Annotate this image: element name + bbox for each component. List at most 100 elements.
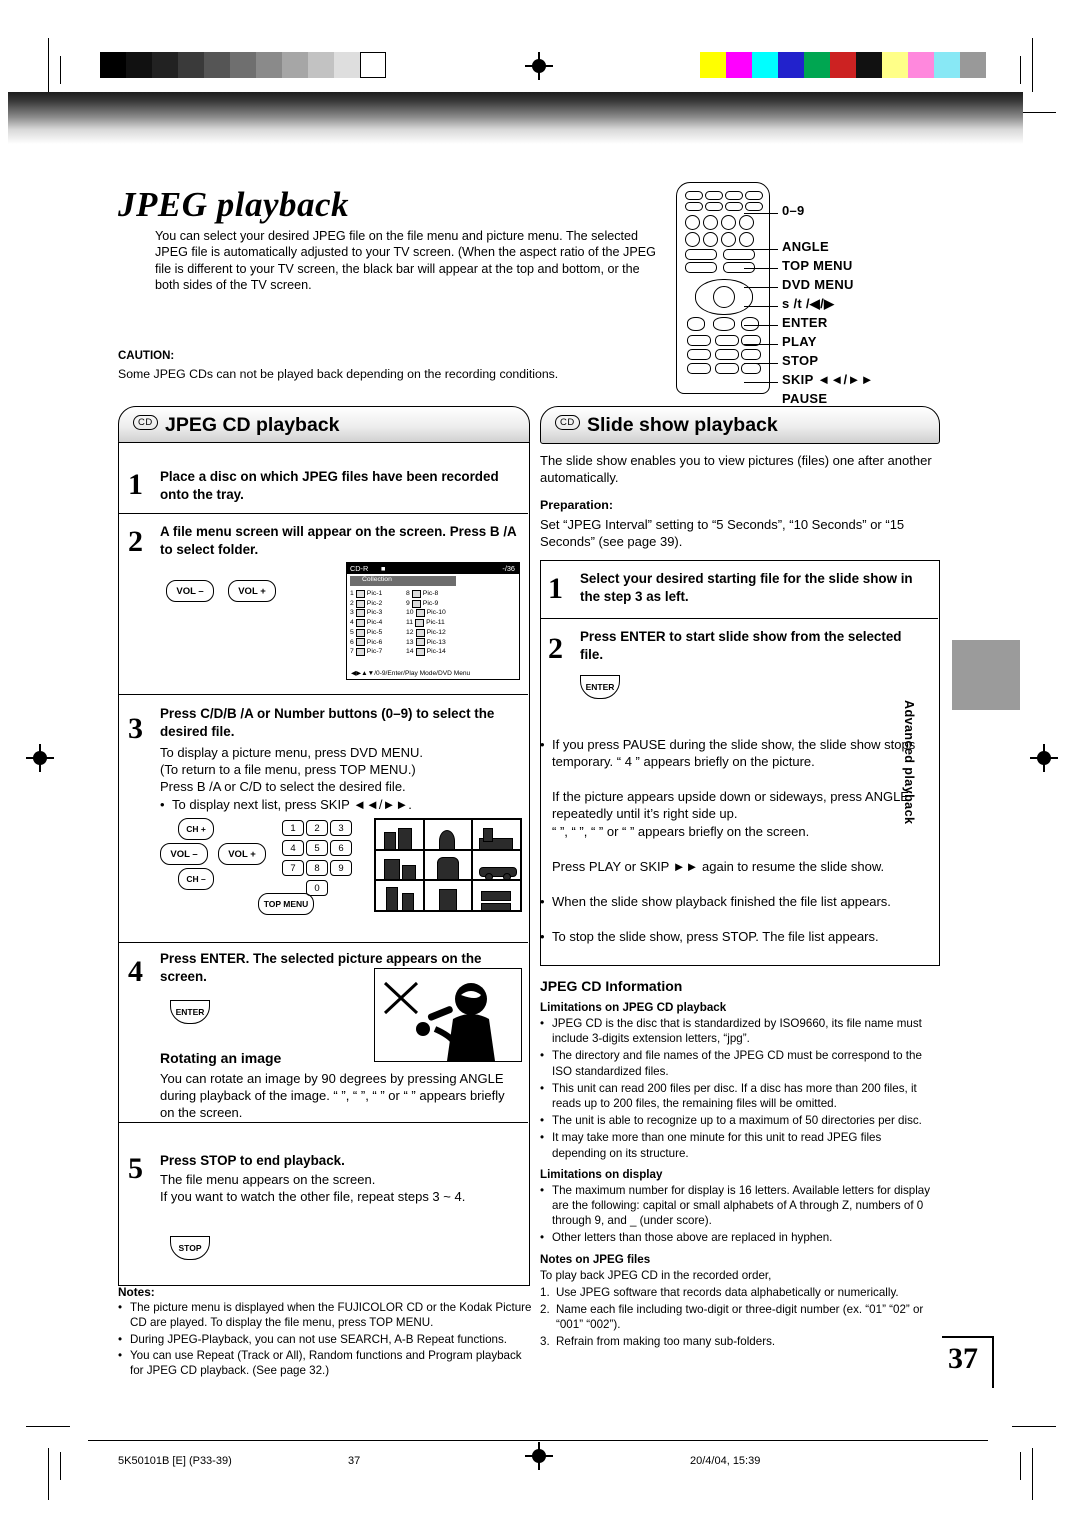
file-name: Pic-7: [366, 648, 383, 656]
thumbnail-cell[interactable]: [423, 849, 473, 881]
numpad-key-8[interactable]: 8: [306, 860, 328, 876]
step-3-line-2: (To return to a file menu, press TOP MEN…: [160, 762, 416, 777]
numpad-key-2[interactable]: 2: [306, 820, 328, 836]
file-icon: [411, 589, 421, 598]
file-index: 13: [406, 638, 414, 646]
leader-line: [744, 344, 778, 345]
vol-plus-button[interactable]: VOL +: [228, 580, 276, 602]
thumbnail-cell[interactable]: [472, 819, 521, 850]
ch-up-button[interactable]: CH +: [178, 818, 214, 840]
numbered-item: 1. Use JPEG software that records data al…: [540, 1285, 938, 1300]
remote-label-top-menu: TOP MENU: [782, 258, 853, 273]
footer-divider: [88, 1440, 988, 1441]
leader-line: [744, 249, 778, 250]
top-menu-button[interactable]: TOP MENU: [258, 893, 314, 915]
notes-block: Notes: The picture menu is displayed whe…: [118, 1285, 538, 1379]
file-icon: [415, 618, 425, 627]
thumbnail-cell[interactable]: [472, 849, 521, 881]
numpad-key-5[interactable]: 5: [306, 840, 328, 856]
vol-plus-button-2[interactable]: VOL +: [218, 843, 266, 865]
crop-mark-tr-v: [1032, 38, 1033, 92]
singer-illustration: [375, 969, 521, 1061]
numpad-key-3[interactable]: 3: [330, 820, 352, 836]
item-text: Name each file including two-digit or th…: [556, 1303, 924, 1332]
thumbnail-cell[interactable]: [375, 880, 424, 911]
file-name: Pic-3: [366, 609, 383, 617]
step-1-number: 1: [128, 468, 143, 501]
leader-line: [744, 287, 778, 288]
color-swatches: [700, 52, 986, 78]
thumbnail-cell[interactable]: [375, 819, 424, 850]
page-number: 37: [948, 1342, 978, 1375]
folder-row[interactable]: Collection: [350, 576, 456, 586]
file-index: 4: [350, 619, 354, 627]
info-item: JPEG CD is the disc that is standardized…: [540, 1016, 938, 1046]
preparation-text: Set “JPEG Interval” setting to “5 Second…: [540, 517, 905, 550]
file-name: Pic-2: [366, 599, 383, 607]
file-index: 12: [406, 628, 414, 636]
item-number: 1.: [540, 1285, 550, 1299]
screen-footer-hint: ◀▶▲▼/0-9/Enter/Play Mode/DVD Menu: [351, 670, 471, 677]
ch-down-button[interactable]: CH –: [178, 868, 214, 890]
thumbnail-cell[interactable]: [375, 849, 424, 881]
vol-minus-button[interactable]: VOL –: [166, 580, 214, 602]
numpad-key-1[interactable]: 1: [282, 820, 304, 836]
right-bullet-pause: If you press PAUSE during the slide show…: [540, 736, 938, 770]
right-rotate-line-2: “ ”, “ ”, “ ” or “ ” appears briefly on …: [552, 824, 810, 839]
limitations-playback-title: Limitations on JPEG CD playback: [540, 1001, 727, 1014]
preparation-label: Preparation:: [540, 498, 613, 512]
crop-mark-tr-corner: [1020, 56, 1021, 84]
file-list[interactable]: 1 Pic-1 8 Pic-8 2 Pic-2 9 Pic-9 3 Pic-3 10 Pic-10…: [350, 589, 516, 657]
thumbnail-cell[interactable]: [472, 880, 521, 911]
file-icon: [415, 638, 425, 647]
side-tab-marker: [952, 640, 1020, 710]
thumbnail-cell[interactable]: [423, 819, 473, 850]
picture-menu-grid[interactable]: [374, 818, 522, 912]
crop-mark-tl-v: [48, 38, 49, 92]
file-name: Pic-14: [426, 648, 446, 656]
thumbnail-cell[interactable]: [423, 880, 473, 911]
right-bullet-stop: To stop the slide show, press STOP. The …: [540, 928, 938, 945]
cd-badge-2: CD: [555, 415, 580, 430]
numbered-item: 3. Refrain from making too many sub-folde…: [540, 1334, 938, 1349]
right-bullet-finished: When the slide show playback finished th…: [540, 893, 938, 910]
numpad-key-7[interactable]: 7: [282, 860, 304, 876]
info-item: Other letters than those above are repla…: [540, 1230, 938, 1245]
note-item: During JPEG-Playback, you can not use SE…: [118, 1333, 538, 1348]
file-icon: [415, 609, 425, 618]
file-name: Pic-13: [426, 638, 446, 646]
vol-minus-button-2[interactable]: VOL –: [160, 843, 208, 865]
step-5-line-2: If you want to watch the other file, rep…: [160, 1189, 466, 1204]
info-item: The directory and file names of the JPEG…: [540, 1048, 938, 1078]
file-name: Pic-8: [422, 590, 439, 597]
divider: [118, 1122, 528, 1124]
file-menu-screen: CD-R ■ -/36 Collection 1 Pic-1 8 Pic-8 2 Pic…: [346, 562, 520, 680]
file-name: Pic-12: [426, 628, 446, 636]
numpad-key-6[interactable]: 6: [330, 840, 352, 856]
file-index: 14: [406, 648, 414, 656]
info-item: This unit can read 200 files per disc. I…: [540, 1081, 938, 1111]
remote-label-angle: ANGLE: [782, 239, 829, 254]
info-item: The maximum number for display is 16 let…: [540, 1183, 938, 1229]
leader-line: [744, 363, 778, 364]
crop-mark-br-v: [1032, 1448, 1033, 1500]
numpad-key-0[interactable]: 0: [306, 880, 328, 896]
remote-label-0-9: 0–9: [782, 203, 805, 218]
caution-label: CAUTION:: [118, 350, 175, 362]
step-3-bullet: To display next list, press SKIP ◄◄/►►.: [160, 796, 522, 813]
step-3-number: 3: [128, 712, 143, 745]
file-icon: [355, 648, 365, 657]
numpad-key-4[interactable]: 4: [282, 840, 304, 856]
registration-mark-top: [525, 52, 553, 80]
registration-mark-left: [26, 744, 54, 772]
screen-status-bar: CD-R ■ -/36: [347, 563, 519, 574]
file-index: 1: [350, 590, 354, 597]
step-3-line-3: Press B /A or C/D to select the desired …: [160, 779, 406, 794]
item-text: Refrain from making too many sub-folders…: [556, 1335, 776, 1349]
file-index: 6: [350, 638, 354, 646]
file-icon: [355, 638, 365, 647]
numpad-key-9[interactable]: 9: [330, 860, 352, 876]
step-5-title: Press STOP to end playback.: [160, 1153, 345, 1168]
file-icon: [355, 628, 365, 637]
jpeg-cd-information: JPEG CD Information Limitations on JPEG …: [540, 978, 938, 1350]
